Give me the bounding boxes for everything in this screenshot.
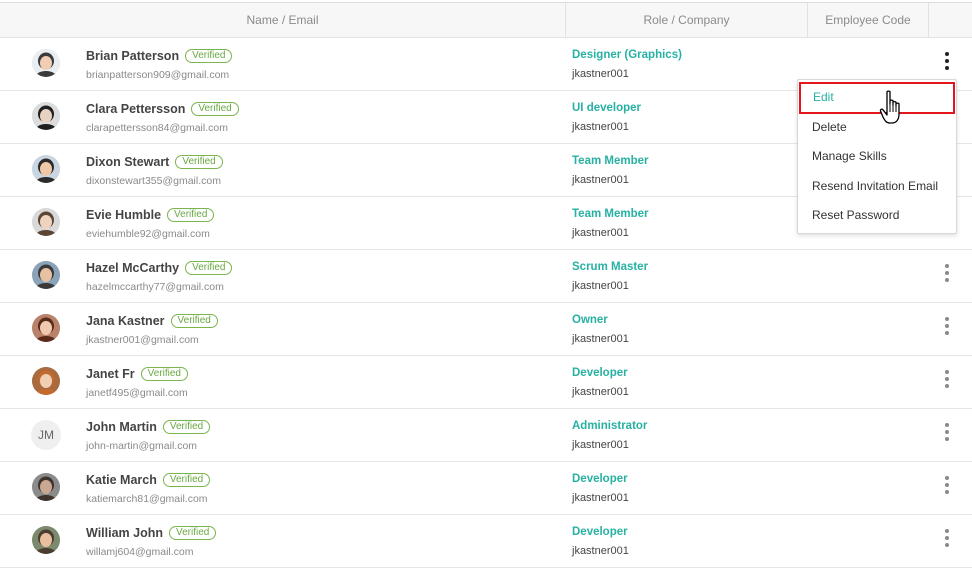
table-row[interactable]: Jana Kastner Verified jkastner001@gmail.c… — [0, 303, 972, 356]
user-company: jkastner001 — [572, 492, 629, 504]
verified-badge: Verified — [170, 314, 218, 328]
verified-badge: Verified — [168, 526, 217, 540]
table-header: Name / Email Role / Company Employee Cod… — [0, 2, 972, 38]
kebab-menu-icon[interactable] — [939, 475, 955, 495]
verified-badge: Verified — [162, 420, 211, 434]
verified-badge: Verified — [175, 155, 223, 169]
avatar-initials: JM — [31, 420, 61, 450]
avatar-photo — [32, 314, 60, 342]
user-role: Scrum Master — [572, 261, 649, 273]
avatar-photo — [32, 155, 60, 183]
avatar-photo — [32, 49, 60, 77]
user-company: jkastner001 — [572, 174, 629, 186]
user-email: katiemarch81@gmail.com — [86, 493, 208, 505]
table-row[interactable]: Katie March Verified katiemarch81@gmail.c… — [0, 462, 972, 515]
user-role: Team Member — [572, 208, 649, 220]
kebab-menu-icon[interactable] — [939, 422, 955, 442]
kebab-menu-icon[interactable] — [939, 263, 955, 283]
users-table: Name / Email Role / Company Employee Cod… — [0, 0, 972, 584]
avatar — [32, 367, 60, 395]
user-role: Developer — [572, 526, 628, 538]
user-role: Developer — [572, 473, 628, 485]
user-company: jkastner001 — [572, 545, 629, 557]
avatar — [32, 473, 60, 501]
user-email: hazelmccarthy77@gmail.com — [86, 281, 224, 293]
avatar — [32, 261, 60, 289]
verified-badge: Verified — [162, 473, 211, 487]
kebab-menu-icon[interactable] — [939, 528, 955, 548]
user-company: jkastner001 — [572, 121, 629, 133]
menu-item-resend-invitation[interactable]: Resend Invitation Email — [812, 179, 938, 193]
verified-badge: Verified — [185, 261, 233, 275]
user-role: Owner — [572, 314, 608, 326]
table-row[interactable]: Hazel McCarthy Verified hazelmccarthy77@g… — [0, 250, 972, 303]
menu-item-edit[interactable]: Edit — [799, 82, 955, 114]
menu-item-reset-password[interactable]: Reset Password — [812, 208, 899, 222]
user-name: Janet Fr Verified — [86, 367, 188, 381]
avatar — [32, 314, 60, 342]
verified-badge: Verified — [191, 102, 239, 116]
user-name: Clara Pettersson Verified — [86, 102, 239, 116]
user-role: UI developer — [572, 102, 642, 114]
verified-badge: Verified — [167, 208, 215, 222]
user-email: eviehumble92@gmail.com — [86, 228, 210, 240]
user-company: jkastner001 — [572, 280, 629, 292]
user-name: Jana Kastner Verified — [86, 314, 218, 328]
avatar — [32, 155, 60, 183]
menu-item-delete[interactable]: Delete — [812, 120, 847, 134]
table-row[interactable]: William John Verified willamj604@gmail.co… — [0, 515, 972, 568]
user-email: jkastner001@gmail.com — [86, 334, 199, 346]
user-name: William John Verified — [86, 526, 217, 540]
user-company: jkastner001 — [572, 386, 629, 398]
avatar — [32, 208, 60, 236]
verified-badge: Verified — [185, 49, 233, 63]
avatar — [32, 526, 60, 554]
avatar-photo — [32, 208, 60, 236]
avatar — [32, 49, 60, 77]
user-email: willamj604@gmail.com — [86, 546, 194, 558]
user-name: Katie March Verified — [86, 473, 211, 487]
verified-badge: Verified — [140, 367, 188, 381]
kebab-menu-icon[interactable] — [939, 369, 955, 389]
avatar-photo — [32, 102, 60, 130]
table-row[interactable]: Janet Fr Verified janetf495@gmail.com Dev… — [0, 356, 972, 409]
avatar-photo — [32, 473, 60, 501]
user-email: janetf495@gmail.com — [86, 387, 188, 399]
user-role: Developer — [572, 367, 628, 379]
user-company: jkastner001 — [572, 227, 629, 239]
user-name: Hazel McCarthy Verified — [86, 261, 233, 275]
column-header-role-company[interactable]: Role / Company — [566, 3, 808, 38]
column-header-employee-code[interactable]: Employee Code — [808, 3, 929, 38]
user-company: jkastner001 — [572, 333, 629, 345]
kebab-menu-icon[interactable] — [939, 316, 955, 336]
avatar — [32, 102, 60, 130]
user-email: clarapettersson84@gmail.com — [86, 122, 228, 134]
avatar-photo — [32, 261, 60, 289]
user-role: Team Member — [572, 155, 649, 167]
user-email: dixonstewart355@gmail.com — [86, 175, 221, 187]
user-role: Designer (Graphics) — [572, 49, 682, 61]
user-email: john-martin@gmail.com — [86, 440, 198, 452]
avatar-photo — [32, 526, 60, 554]
avatar-photo — [32, 367, 60, 395]
user-company: jkastner001 — [572, 68, 629, 80]
table-row[interactable]: JM John Martin Verified john-martin@gmail… — [0, 409, 972, 462]
user-name: John Martin Verified — [86, 420, 211, 434]
column-header-actions — [929, 3, 972, 38]
menu-item-manage-skills[interactable]: Manage Skills — [812, 149, 887, 163]
column-header-name-email[interactable]: Name / Email — [0, 3, 566, 38]
user-company: jkastner001 — [572, 439, 629, 451]
row-actions-menu: Edit Delete Manage Skills Resend Invitat… — [797, 79, 957, 234]
user-name: Dixon Stewart Verified — [86, 155, 223, 169]
user-name: Brian Patterson Verified — [86, 49, 233, 63]
user-role: Administrator — [572, 420, 648, 432]
user-name: Evie Humble Verified — [86, 208, 215, 222]
user-email: brianpatterson909@gmail.com — [86, 69, 230, 81]
kebab-menu-icon[interactable] — [939, 51, 955, 71]
